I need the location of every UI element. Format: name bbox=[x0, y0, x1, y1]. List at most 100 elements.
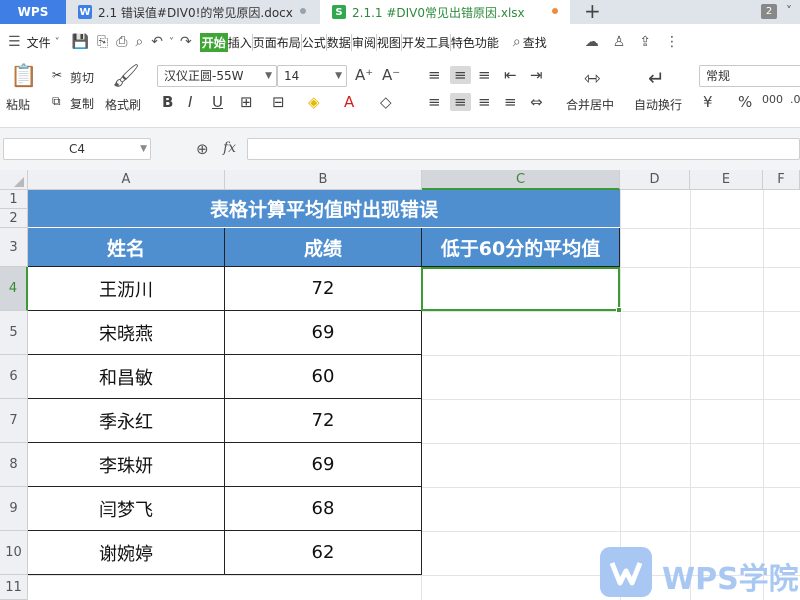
row-header-7[interactable]: 7 bbox=[0, 399, 28, 443]
menu-developer[interactable]: 开发工具 bbox=[400, 33, 450, 51]
row-header-9[interactable]: 9 bbox=[0, 487, 28, 531]
format-painter-button[interactable]: 格式刷 bbox=[105, 96, 141, 113]
row-header-1[interactable]: 1 bbox=[0, 190, 28, 209]
zoom-icon[interactable]: ⊕ bbox=[196, 140, 209, 158]
align-middle-icon[interactable]: ≡ bbox=[450, 66, 471, 84]
hamburger-menu-icon[interactable]: ☰ bbox=[8, 34, 21, 50]
header-score-cell[interactable]: 成绩 bbox=[225, 228, 422, 267]
number-format-select[interactable]: 常规 bbox=[699, 65, 800, 87]
unsaved-dot-icon[interactable] bbox=[552, 8, 558, 14]
fill-handle[interactable] bbox=[616, 307, 622, 313]
fx-icon[interactable]: fx bbox=[223, 140, 236, 156]
chevron-down-icon[interactable]: ˅ bbox=[786, 4, 792, 18]
font-color-icon[interactable]: A bbox=[344, 93, 354, 111]
save-icon[interactable]: 💾 bbox=[72, 34, 89, 50]
merge-cells-icon[interactable]: ⇿ bbox=[584, 66, 601, 90]
italic-icon[interactable]: I bbox=[188, 93, 192, 111]
collaborate-icon[interactable]: ♙ bbox=[613, 34, 626, 50]
thousands-icon[interactable]: 000 bbox=[762, 93, 783, 106]
menu-view[interactable]: 视图 bbox=[375, 33, 401, 51]
header-avg-cell[interactable]: 低于60分的平均值 bbox=[422, 228, 620, 267]
menu-review[interactable]: 审阅 bbox=[350, 33, 376, 51]
cut-button[interactable]: 剪切 bbox=[70, 69, 94, 86]
score-cell[interactable]: 72 bbox=[225, 399, 422, 443]
menu-file[interactable]: 文件 bbox=[27, 34, 51, 51]
copy-icon[interactable]: ⧉ bbox=[52, 94, 61, 109]
copy-button[interactable]: 复制 bbox=[70, 95, 94, 112]
more-options-icon[interactable]: ⋮ bbox=[665, 34, 679, 50]
score-cell[interactable]: 68 bbox=[225, 487, 422, 531]
percent-icon[interactable]: % bbox=[738, 93, 752, 111]
merge-center-button[interactable]: 合并居中 bbox=[566, 96, 614, 113]
column-header-d[interactable]: D bbox=[620, 170, 690, 190]
tab-close-dot-icon[interactable] bbox=[300, 8, 306, 14]
row-header-2[interactable]: 2 bbox=[0, 209, 28, 228]
active-cell-selection[interactable] bbox=[421, 267, 620, 311]
share-icon[interactable]: ⇪ bbox=[639, 34, 651, 50]
justify-icon[interactable]: ≡ bbox=[504, 93, 517, 111]
name-cell[interactable]: 季永红 bbox=[28, 399, 225, 443]
chevron-down-icon[interactable]: ˅ bbox=[169, 37, 174, 48]
row-header-4[interactable]: 4 bbox=[0, 267, 28, 311]
fill-color-icon[interactable]: ◈ bbox=[308, 93, 320, 111]
menu-page-layout[interactable]: 页面布局 bbox=[251, 33, 301, 51]
menu-features[interactable]: 特色功能 bbox=[449, 33, 499, 51]
cloud-sync-icon[interactable]: ☁ bbox=[585, 34, 599, 50]
fill-border-icon[interactable]: ⊟ bbox=[272, 93, 285, 111]
row-header-3[interactable]: 3 bbox=[0, 228, 28, 267]
align-right-icon[interactable]: ≡ bbox=[478, 93, 491, 111]
row-header-8[interactable]: 8 bbox=[0, 443, 28, 487]
cut-icon[interactable]: ✂ bbox=[52, 68, 62, 82]
row-header-5[interactable]: 5 bbox=[0, 311, 28, 355]
column-header-a[interactable]: A bbox=[28, 170, 225, 190]
new-tab-button[interactable]: + bbox=[584, 0, 601, 24]
name-cell[interactable]: 宋晓燕 bbox=[28, 311, 225, 355]
align-top-icon[interactable]: ≡ bbox=[428, 66, 441, 84]
header-name-cell[interactable]: 姓名 bbox=[28, 228, 225, 267]
wrap-text-button[interactable]: 自动换行 bbox=[634, 96, 682, 113]
score-cell[interactable]: 69 bbox=[225, 443, 422, 487]
increase-font-icon[interactable]: A⁺ bbox=[355, 66, 373, 84]
column-header-b[interactable]: B bbox=[225, 170, 422, 190]
tab-xlsx-document[interactable]: S 2.1.1 #DIV0常见出错原因.xlsx bbox=[320, 0, 570, 24]
name-cell[interactable]: 王沥川 bbox=[28, 267, 225, 311]
score-cell[interactable]: 62 bbox=[225, 531, 422, 575]
decrease-font-icon[interactable]: A⁻ bbox=[382, 66, 400, 84]
font-size-select[interactable]: 14 ▼ bbox=[277, 65, 347, 87]
column-header-e[interactable]: E bbox=[690, 170, 763, 190]
currency-icon[interactable]: ¥ bbox=[703, 93, 713, 111]
format-painter-icon[interactable]: 🖌 bbox=[112, 64, 140, 89]
name-cell[interactable]: 闫梦飞 bbox=[28, 487, 225, 531]
name-cell[interactable]: 谢婉婷 bbox=[28, 531, 225, 575]
menu-data[interactable]: 数据 bbox=[325, 33, 351, 51]
export-icon[interactable]: ⎘ bbox=[97, 34, 108, 50]
row-header-10[interactable]: 10 bbox=[0, 531, 28, 575]
column-header-f[interactable]: F bbox=[763, 170, 800, 190]
tab-docx-document[interactable]: W 2.1 错误值#DIV0!的常见原因.docx bbox=[68, 0, 318, 24]
print-icon[interactable]: ⎙ bbox=[116, 34, 127, 50]
redo-icon[interactable]: ↷ bbox=[180, 34, 192, 50]
indent-left-icon[interactable]: ⇤ bbox=[504, 66, 517, 84]
menu-start[interactable]: 开始 bbox=[199, 32, 228, 52]
wrap-text-icon[interactable]: ↵ bbox=[648, 66, 665, 90]
name-box[interactable]: C4 ▼ bbox=[3, 138, 151, 160]
menu-search[interactable]: 查找 bbox=[523, 34, 547, 51]
window-count-badge[interactable]: 2 bbox=[761, 4, 777, 19]
undo-icon[interactable]: ↶ bbox=[151, 34, 163, 50]
paste-button[interactable]: 粘贴 bbox=[6, 96, 30, 113]
align-left-icon[interactable]: ≡ bbox=[428, 93, 441, 111]
underline-icon[interactable]: U bbox=[212, 93, 223, 111]
search-icon[interactable]: ⌕ bbox=[513, 34, 521, 50]
decimal-icon[interactable]: .0 bbox=[790, 93, 800, 106]
name-cell[interactable]: 李珠妍 bbox=[28, 443, 225, 487]
bold-icon[interactable]: B bbox=[162, 93, 173, 111]
indent-right-icon[interactable]: ⇥ bbox=[530, 66, 543, 84]
chevron-down-icon[interactable]: ˅ bbox=[55, 37, 60, 48]
formula-input[interactable] bbox=[247, 138, 800, 160]
menu-insert[interactable]: 插入 bbox=[228, 34, 252, 51]
score-cell[interactable]: 72 bbox=[225, 267, 422, 311]
paste-icon[interactable]: 📋 bbox=[10, 64, 37, 89]
border-icon[interactable]: ⊞ bbox=[240, 93, 253, 111]
menu-formula[interactable]: 公式 bbox=[300, 33, 326, 51]
clear-format-icon[interactable]: ◇ bbox=[380, 93, 392, 111]
